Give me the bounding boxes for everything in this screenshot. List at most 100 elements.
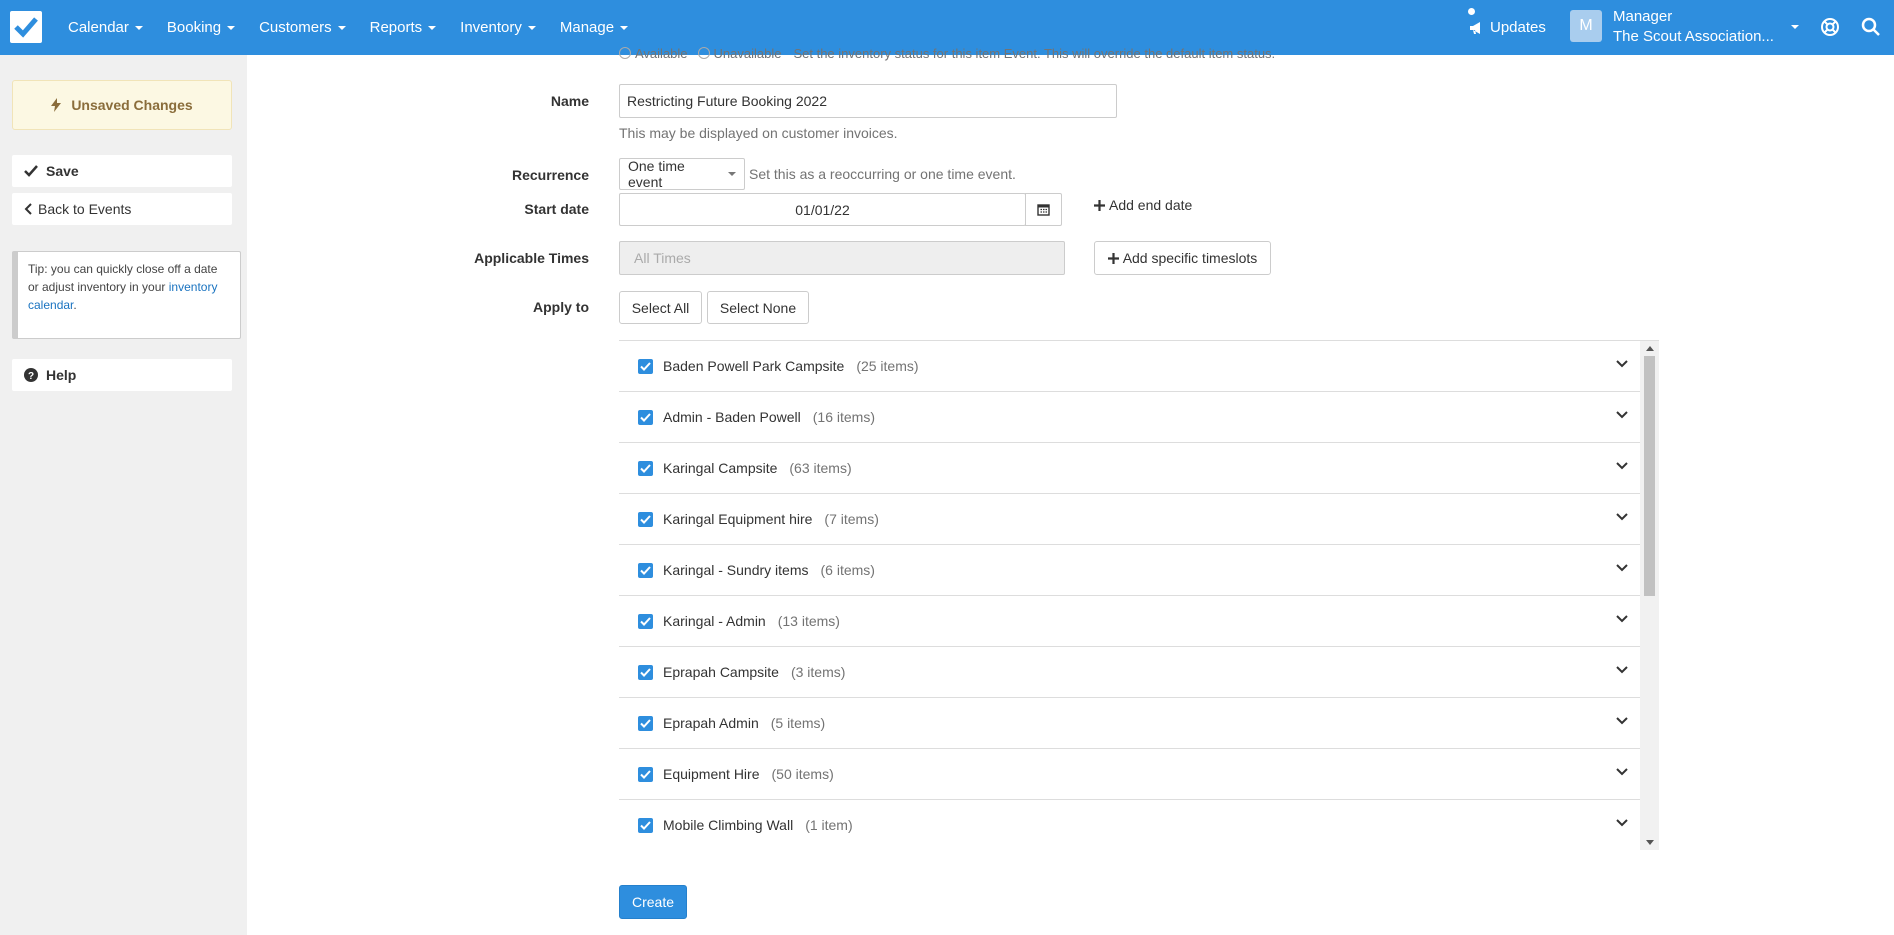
list-item-name: Karingal - Admin <box>663 613 766 629</box>
nav-calendar-label: Calendar <box>68 19 129 36</box>
nav-customers[interactable]: Customers <box>247 0 358 55</box>
chevron-down-icon[interactable] <box>1616 564 1628 572</box>
checkbox[interactable] <box>638 664 653 680</box>
list-item-count: (16 items) <box>812 409 875 425</box>
list-item[interactable]: Admin - Baden Powell (16 items) <box>619 392 1640 443</box>
list-item[interactable]: Karingal - Sundry items (6 items) <box>619 545 1640 596</box>
list-item-count: (13 items) <box>777 613 840 629</box>
search-icon[interactable] <box>1861 17 1881 37</box>
list-item[interactable]: Mobile Climbing Wall (1 item) <box>619 800 1640 850</box>
list-item-name: Eprapah Campsite <box>663 664 779 680</box>
select-none-button[interactable]: Select None <box>707 291 809 324</box>
start-date-label: Start date <box>524 201 589 217</box>
account-caret-down-icon[interactable] <box>1791 25 1799 29</box>
checkbox[interactable] <box>638 817 653 833</box>
chevron-down-icon[interactable] <box>1616 819 1628 827</box>
lifebuoy-icon[interactable] <box>1820 17 1840 37</box>
account-role: Manager <box>1613 8 1673 25</box>
list-item[interactable]: Eprapah Campsite (3 items) <box>619 647 1640 698</box>
select-all-button[interactable]: Select All <box>619 291 702 324</box>
megaphone-icon <box>1468 20 1484 36</box>
checkbox[interactable] <box>638 460 653 476</box>
tip-box: Tip: you can quickly close off a date or… <box>12 251 241 339</box>
nav-booking-label: Booking <box>166 19 222 36</box>
apply-to-list: Baden Powell Park Campsite (25 items) Admi… <box>619 340 1659 850</box>
list-item[interactable]: Baden Powell Park Campsite (25 items) <box>619 341 1640 392</box>
svg-text:?: ? <box>28 371 34 382</box>
nav-inventory-label: Inventory <box>460 19 522 36</box>
chevron-down-icon[interactable] <box>1616 666 1628 674</box>
nav-inventory[interactable]: Inventory <box>448 0 548 55</box>
back-label: Back to Events <box>38 201 132 217</box>
list-item-name: Equipment Hire <box>663 766 760 782</box>
list-item[interactable]: Karingal Equipment hire (7 items) <box>619 494 1640 545</box>
nav-calendar[interactable]: Calendar <box>56 0 155 55</box>
apply-to-label: Apply to <box>533 299 589 315</box>
list-item[interactable]: Equipment Hire (50 items) <box>619 749 1640 800</box>
chevron-down-icon[interactable] <box>1616 411 1628 419</box>
unsaved-label: Unsaved Changes <box>71 97 193 113</box>
back-to-events-button[interactable]: Back to Events <box>12 193 232 225</box>
available-radio[interactable] <box>619 47 631 59</box>
add-end-date-button[interactable]: Add end date <box>1094 197 1192 213</box>
applicable-times-input[interactable]: All Times <box>619 241 1065 275</box>
list-item[interactable]: Karingal Campsite (63 items) <box>619 443 1640 494</box>
add-specific-timeslots-button[interactable]: Add specific timeslots <box>1094 241 1271 275</box>
sidebar: Unsaved Changes Save Back to Events Tip:… <box>0 55 247 935</box>
updates-label: Updates <box>1490 19 1546 36</box>
list-item-count: (63 items) <box>789 460 852 476</box>
app-logo-checkmark-icon[interactable] <box>10 11 42 43</box>
list-item-name: Karingal Equipment hire <box>663 511 813 527</box>
scroll-up-arrow-icon[interactable] <box>1646 346 1654 351</box>
help-button[interactable]: ? Help <box>12 359 232 391</box>
nav-reports[interactable]: Reports <box>358 0 449 55</box>
checkbox[interactable] <box>638 766 653 782</box>
caret-down-icon <box>620 25 629 30</box>
list-item-name: Karingal - Sundry items <box>663 562 809 578</box>
nav-customers-label: Customers <box>259 19 332 36</box>
checkbox[interactable] <box>638 562 653 578</box>
checkbox[interactable] <box>638 613 653 629</box>
avatar: M <box>1570 10 1602 42</box>
start-date-input[interactable]: 01/01/22 <box>619 193 1026 226</box>
nav-booking[interactable]: Booking <box>155 0 247 55</box>
chevron-down-icon[interactable] <box>1616 360 1628 368</box>
chevron-down-icon[interactable] <box>1616 717 1628 725</box>
list-item-count: (3 items) <box>790 664 846 680</box>
chevron-down-icon[interactable] <box>1616 462 1628 470</box>
caret-down-icon <box>428 25 437 30</box>
checkbox[interactable] <box>638 511 653 527</box>
available-label: Available <box>635 45 688 61</box>
account-org: The Scout Association... <box>1613 28 1774 45</box>
chevron-down-icon[interactable] <box>1616 615 1628 623</box>
checkbox[interactable] <box>638 409 653 425</box>
scroll-down-arrow-icon[interactable] <box>1646 840 1654 845</box>
checkbox[interactable] <box>638 715 653 731</box>
unsaved-changes-badge: Unsaved Changes <box>12 80 232 130</box>
question-circle-icon: ? <box>24 368 38 382</box>
name-input[interactable]: Restricting Future Booking 2022 <box>619 84 1117 118</box>
create-button[interactable]: Create <box>619 885 687 919</box>
status-row: Available Unavailable Set the inventory … <box>619 45 1275 61</box>
updates-button[interactable]: Updates <box>1468 0 1546 55</box>
list-scrollbar[interactable] <box>1640 341 1659 850</box>
chevron-down-icon[interactable] <box>1616 768 1628 776</box>
save-button[interactable]: Save <box>12 155 232 187</box>
list-item-name: Mobile Climbing Wall <box>663 817 794 833</box>
chevron-down-icon[interactable] <box>1616 513 1628 521</box>
list-item-name: Eprapah Admin <box>663 715 759 731</box>
lightning-bolt-icon <box>51 98 62 112</box>
unavailable-radio[interactable] <box>697 47 710 59</box>
checkbox[interactable] <box>638 358 653 374</box>
add-end-date-label: Add end date <box>1109 197 1193 213</box>
recurrence-value: One time event <box>628 158 685 190</box>
list-item[interactable]: Eprapah Admin (5 items) <box>619 698 1640 749</box>
list-item-count: (25 items) <box>856 358 919 374</box>
nav-manage-label: Manage <box>559 19 615 36</box>
save-label: Save <box>46 163 79 179</box>
list-item[interactable]: Karingal - Admin (13 items) <box>619 596 1640 647</box>
caret-down-icon <box>728 172 736 176</box>
recurrence-select[interactable]: One time event <box>619 158 745 190</box>
calendar-picker-button[interactable] <box>1025 193 1062 226</box>
scroll-thumb[interactable] <box>1644 356 1655 596</box>
